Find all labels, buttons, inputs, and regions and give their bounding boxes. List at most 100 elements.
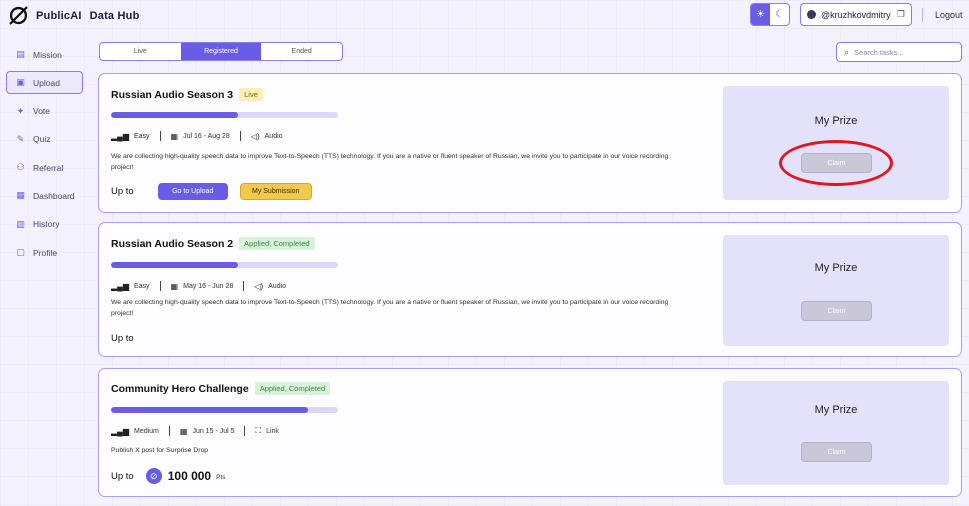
quiz-icon: ✎	[16, 133, 25, 144]
user-account-chip[interactable]: @kruzhkovdmitry ❐	[800, 3, 912, 26]
sidebar-item-upload[interactable]: ▣ Upload	[6, 71, 83, 95]
meta-divider	[159, 131, 161, 141]
claim-button[interactable]: Claim	[801, 153, 872, 173]
progress-fill	[111, 112, 239, 118]
sidebar-item-label: Vote	[33, 106, 51, 117]
claim-button[interactable]: Claim	[801, 442, 872, 462]
sidebar-item-label: Referral	[33, 162, 64, 173]
task-meta: ▂▄▆ Easy ▦ May 16 - Jun 28 ◁) Audio	[111, 281, 286, 291]
my-submission-button[interactable]: My Submission	[239, 183, 312, 200]
difficulty-icon: ▂▄▆	[111, 281, 129, 291]
upto-label: Up to	[111, 186, 134, 197]
sidebar-item-dashboard[interactable]: ▦ Dashboard	[6, 184, 83, 207]
sidebar-item-label: History	[33, 219, 60, 230]
difficulty-icon: ▂▄▆	[111, 131, 129, 141]
copy-icon[interactable]: ❐	[897, 9, 905, 20]
header-divider	[922, 8, 923, 22]
sidebar-item-label: Mission	[33, 49, 62, 60]
difficulty-label: Easy	[133, 132, 150, 140]
prize-title: My Prize	[814, 115, 858, 127]
difficulty-label: Easy	[133, 282, 150, 290]
points-icon: ⊘	[145, 468, 162, 484]
upto-label: Up to	[111, 470, 134, 482]
sidebar: ▤ Mission ▣ Upload ✦ Vote ✎ Quiz ⚇ Refer…	[6, 43, 83, 269]
prize-panel: My Prize Claim	[723, 381, 949, 485]
tab-ended[interactable]: Ended	[261, 43, 342, 60]
dashboard-icon: ▦	[16, 190, 25, 201]
brand-name: PublicAI	[36, 9, 82, 22]
task-description: Publish X post for Surprise Drop	[111, 447, 209, 454]
clipboard-icon: ▤	[16, 49, 25, 59]
calendar-icon: ▦	[179, 426, 188, 436]
sidebar-item-label: Upload	[33, 77, 60, 88]
prize-title: My Prize	[814, 262, 858, 274]
status-badge: Applied, Completed	[239, 237, 315, 250]
prize-panel: My Prize Claim	[723, 235, 949, 346]
upto-label: Up to	[111, 333, 134, 344]
history-icon: ▥	[16, 218, 25, 229]
sidebar-item-history[interactable]: ▥ History	[6, 213, 83, 236]
profile-icon: ▢	[16, 247, 25, 258]
prize-panel: My Prize Claim	[723, 86, 949, 200]
meta-divider	[244, 426, 246, 436]
avatar	[807, 10, 816, 19]
status-badge: Live	[239, 88, 263, 101]
claim-button[interactable]: Claim	[801, 301, 872, 321]
meta-divider	[168, 426, 170, 436]
task-type: Link	[266, 427, 279, 435]
publicai-logo-icon	[9, 6, 28, 25]
upload-icon: ▣	[16, 77, 25, 88]
vote-icon: ✦	[16, 105, 25, 116]
sun-icon[interactable]: ☀	[751, 4, 770, 25]
task-title[interactable]: Community Hero Challenge	[111, 383, 249, 395]
sidebar-item-label: Quiz	[33, 134, 51, 145]
progress-fill	[111, 262, 239, 268]
points-value: 100 000	[167, 469, 212, 483]
tab-registered[interactable]: Registered	[180, 43, 262, 60]
progress-fill	[111, 407, 309, 413]
username: @kruzhkovdmitry	[821, 9, 891, 20]
task-description: We are collecting high-quality speech da…	[111, 299, 669, 317]
task-description: We are collecting high-quality speech da…	[111, 153, 669, 171]
date-range: May 16 - Jun 28	[183, 282, 234, 290]
theme-toggle[interactable]: ☀ ☾	[750, 3, 790, 26]
publicai-logo[interactable]: PublicAI Data Hub	[8, 5, 140, 26]
task-card: Community Hero Challenge Applied, Comple…	[98, 368, 962, 497]
sidebar-item-mission[interactable]: ▤ Mission	[6, 43, 83, 66]
audio-icon: ◁)	[254, 281, 264, 291]
meta-divider	[243, 281, 245, 291]
task-title[interactable]: Russian Audio Season 3	[111, 89, 233, 101]
meta-divider	[239, 131, 241, 141]
task-card: Russian Audio Season 3 Live ▂▄▆ Easy ▦ J…	[98, 73, 962, 213]
sidebar-item-profile[interactable]: ▢ Profile	[6, 241, 83, 264]
date-range: Jun 15 - Jul 5	[192, 427, 235, 435]
sidebar-item-vote[interactable]: ✦ Vote	[6, 100, 83, 123]
referral-icon: ⚇	[16, 162, 25, 173]
progress-bar	[111, 112, 338, 118]
calendar-icon: ▦	[170, 281, 179, 291]
status-badge: Applied, Completed	[254, 382, 331, 395]
progress-bar	[111, 262, 338, 268]
product-name: Data Hub	[89, 9, 140, 22]
task-type: Audio	[264, 132, 283, 140]
sidebar-item-quiz[interactable]: ✎ Quiz	[6, 128, 83, 151]
logout-link[interactable]: Logout	[935, 10, 963, 20]
go-to-upload-button[interactable]: Go to Upload	[157, 183, 228, 200]
search-box: ⌕	[836, 42, 962, 62]
prize-title: My Prize	[814, 404, 858, 416]
task-meta: ▂▄▆ Easy ▦ Jul 16 - Aug 28 ◁) Audio	[111, 131, 283, 141]
status-tabs: Live Registered Ended	[99, 42, 343, 61]
points-unit: Pts	[216, 474, 226, 481]
tab-live[interactable]: Live	[100, 43, 181, 60]
link-icon: ⛶	[255, 426, 262, 435]
search-icon: ⌕	[844, 46, 850, 57]
search-input[interactable]	[854, 47, 950, 57]
difficulty-label: Medium	[133, 427, 159, 435]
brand-text: PublicAI Data Hub	[36, 10, 140, 22]
task-title[interactable]: Russian Audio Season 2	[111, 238, 233, 250]
moon-icon[interactable]: ☾	[770, 4, 789, 25]
audio-icon: ◁)	[250, 131, 260, 141]
sidebar-item-referral[interactable]: ⚇ Referral	[6, 156, 83, 179]
task-card: Russian Audio Season 2 Applied, Complete…	[98, 222, 962, 357]
sidebar-item-label: Dashboard	[33, 190, 75, 201]
